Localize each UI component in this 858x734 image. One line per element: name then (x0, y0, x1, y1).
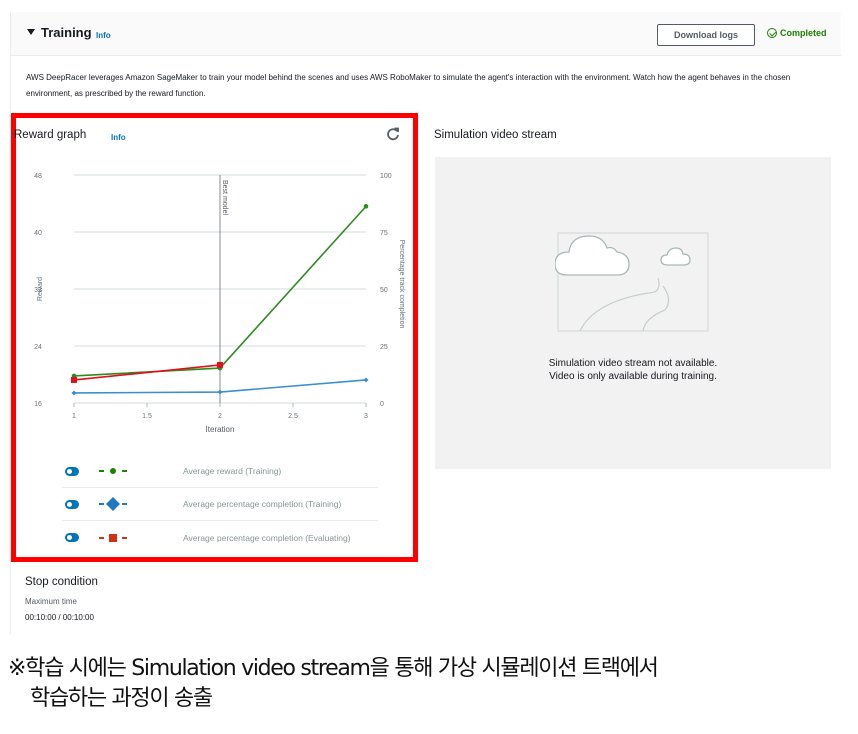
status-badge: Completed (767, 28, 827, 38)
korean-note: ※학습 시에는 Simulation video stream을 통해 가상 시… (8, 654, 858, 714)
download-logs-button[interactable]: Download logs (657, 24, 755, 46)
x-tick-label: 3 (364, 413, 368, 420)
legend-item: Average percentage completion (Training) (62, 488, 378, 521)
x-tick-label: 2 (218, 413, 222, 420)
series-line (73, 364, 221, 381)
note-line2: 학습하는 과정이 송출 (30, 686, 213, 711)
video-message-line2: Video is only available during training. (549, 371, 717, 382)
data-point (71, 390, 77, 396)
stop-condition-value: 00:10:00 / 00:10:00 (25, 613, 94, 622)
reward-graph-info-link[interactable]: Info (111, 133, 126, 142)
refresh-icon[interactable] (386, 127, 400, 141)
simulation-title: Simulation video stream (434, 129, 557, 141)
x-tick-label: 2.5 (288, 413, 298, 420)
legend-item: Average reward (Training) (62, 455, 378, 488)
y2-tick-label: 100 (380, 173, 392, 180)
diamond-marker-icon (99, 497, 127, 511)
data-point (363, 204, 369, 209)
reward-chart: 162432404802550751001 1.5 2 2.5 3IterationRe… (34, 173, 405, 434)
y2-tick-label: 0 (380, 401, 384, 408)
legend-label: Average reward (Training) (183, 466, 282, 476)
series-toggle[interactable] (65, 499, 79, 509)
data-point (71, 376, 77, 383)
y-tick-label: 48 (34, 173, 42, 180)
video-unavailable-message: Simulation video stream not available. V… (435, 357, 831, 383)
circle-marker-icon (99, 468, 127, 474)
x-axis-label: Iteration (206, 425, 235, 434)
panel-description: AWS DeepRacer leverages Amazon SageMaker… (26, 73, 791, 98)
training-info-link[interactable]: Info (96, 31, 111, 40)
video-message-line1: Simulation video stream not available. (548, 358, 718, 369)
panel-title[interactable]: Training (41, 25, 92, 40)
y2-tick-label: 75 (380, 230, 388, 237)
legend-item: Average percentage completion (Evaluatin… (62, 521, 378, 554)
stop-condition-title: Stop condition (25, 576, 98, 588)
video-placeholder-image-icon (555, 232, 709, 332)
note-line1: ※학습 시에는 Simulation video stream을 통해 가상 시… (8, 656, 659, 681)
series-toggle[interactable] (65, 466, 79, 476)
legend-label: Average percentage completion (Evaluatin… (183, 532, 351, 543)
status-text: Completed (780, 28, 827, 38)
data-point (217, 389, 223, 395)
y-tick-label: 40 (34, 230, 42, 237)
y2-tick-label: 25 (380, 344, 388, 351)
legend-label: Average percentage completion (Training) (183, 499, 342, 509)
data-point (363, 377, 369, 383)
square-marker-icon (99, 533, 127, 542)
panel-header: Training Info Download logs Completed (11, 12, 841, 56)
check-circle-icon (767, 28, 777, 38)
y2-axis-label: Percentage track completion (398, 240, 405, 329)
series-toggle[interactable] (65, 533, 79, 542)
best-model-label: Best model (221, 180, 228, 215)
stop-condition-label: Maximum time (25, 597, 78, 606)
reward-graph-title: Reward graph (14, 129, 87, 141)
y-axis-label: Reward (37, 277, 44, 301)
data-point (217, 361, 223, 368)
y-tick-label: 24 (34, 344, 42, 351)
y-tick-label: 16 (34, 401, 42, 408)
y2-tick-label: 50 (380, 287, 388, 294)
collapse-caret-icon[interactable] (27, 29, 35, 35)
x-tick-label: 1 (72, 413, 76, 420)
x-tick-label: 1.5 (142, 413, 152, 420)
